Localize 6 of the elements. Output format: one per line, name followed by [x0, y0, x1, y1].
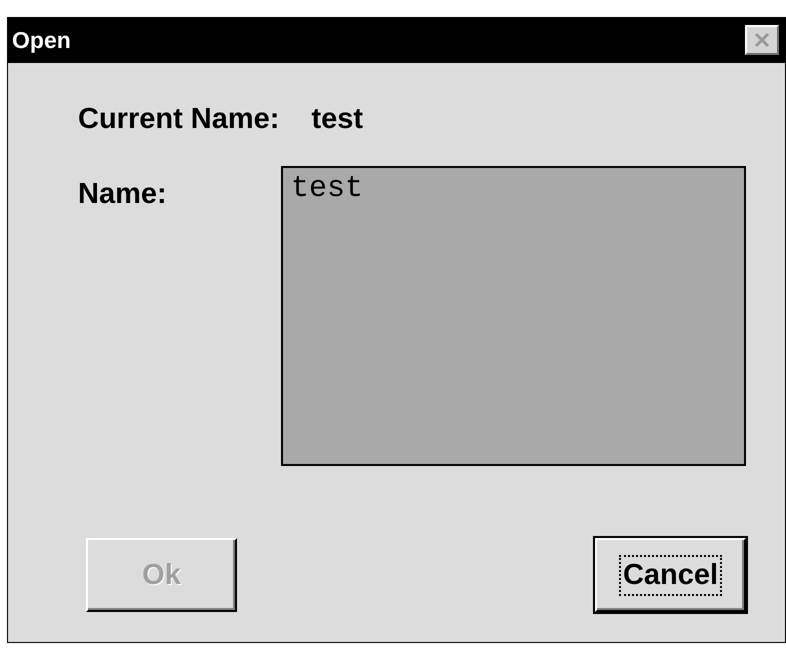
cancel-button[interactable]: Cancel: [595, 538, 746, 612]
name-field[interactable]: test: [281, 166, 746, 466]
name-label: Name:: [78, 178, 168, 211]
current-name-value: test: [311, 102, 364, 136]
current-name-label: Current Name:: [78, 102, 280, 136]
window-title: Open: [12, 26, 71, 54]
